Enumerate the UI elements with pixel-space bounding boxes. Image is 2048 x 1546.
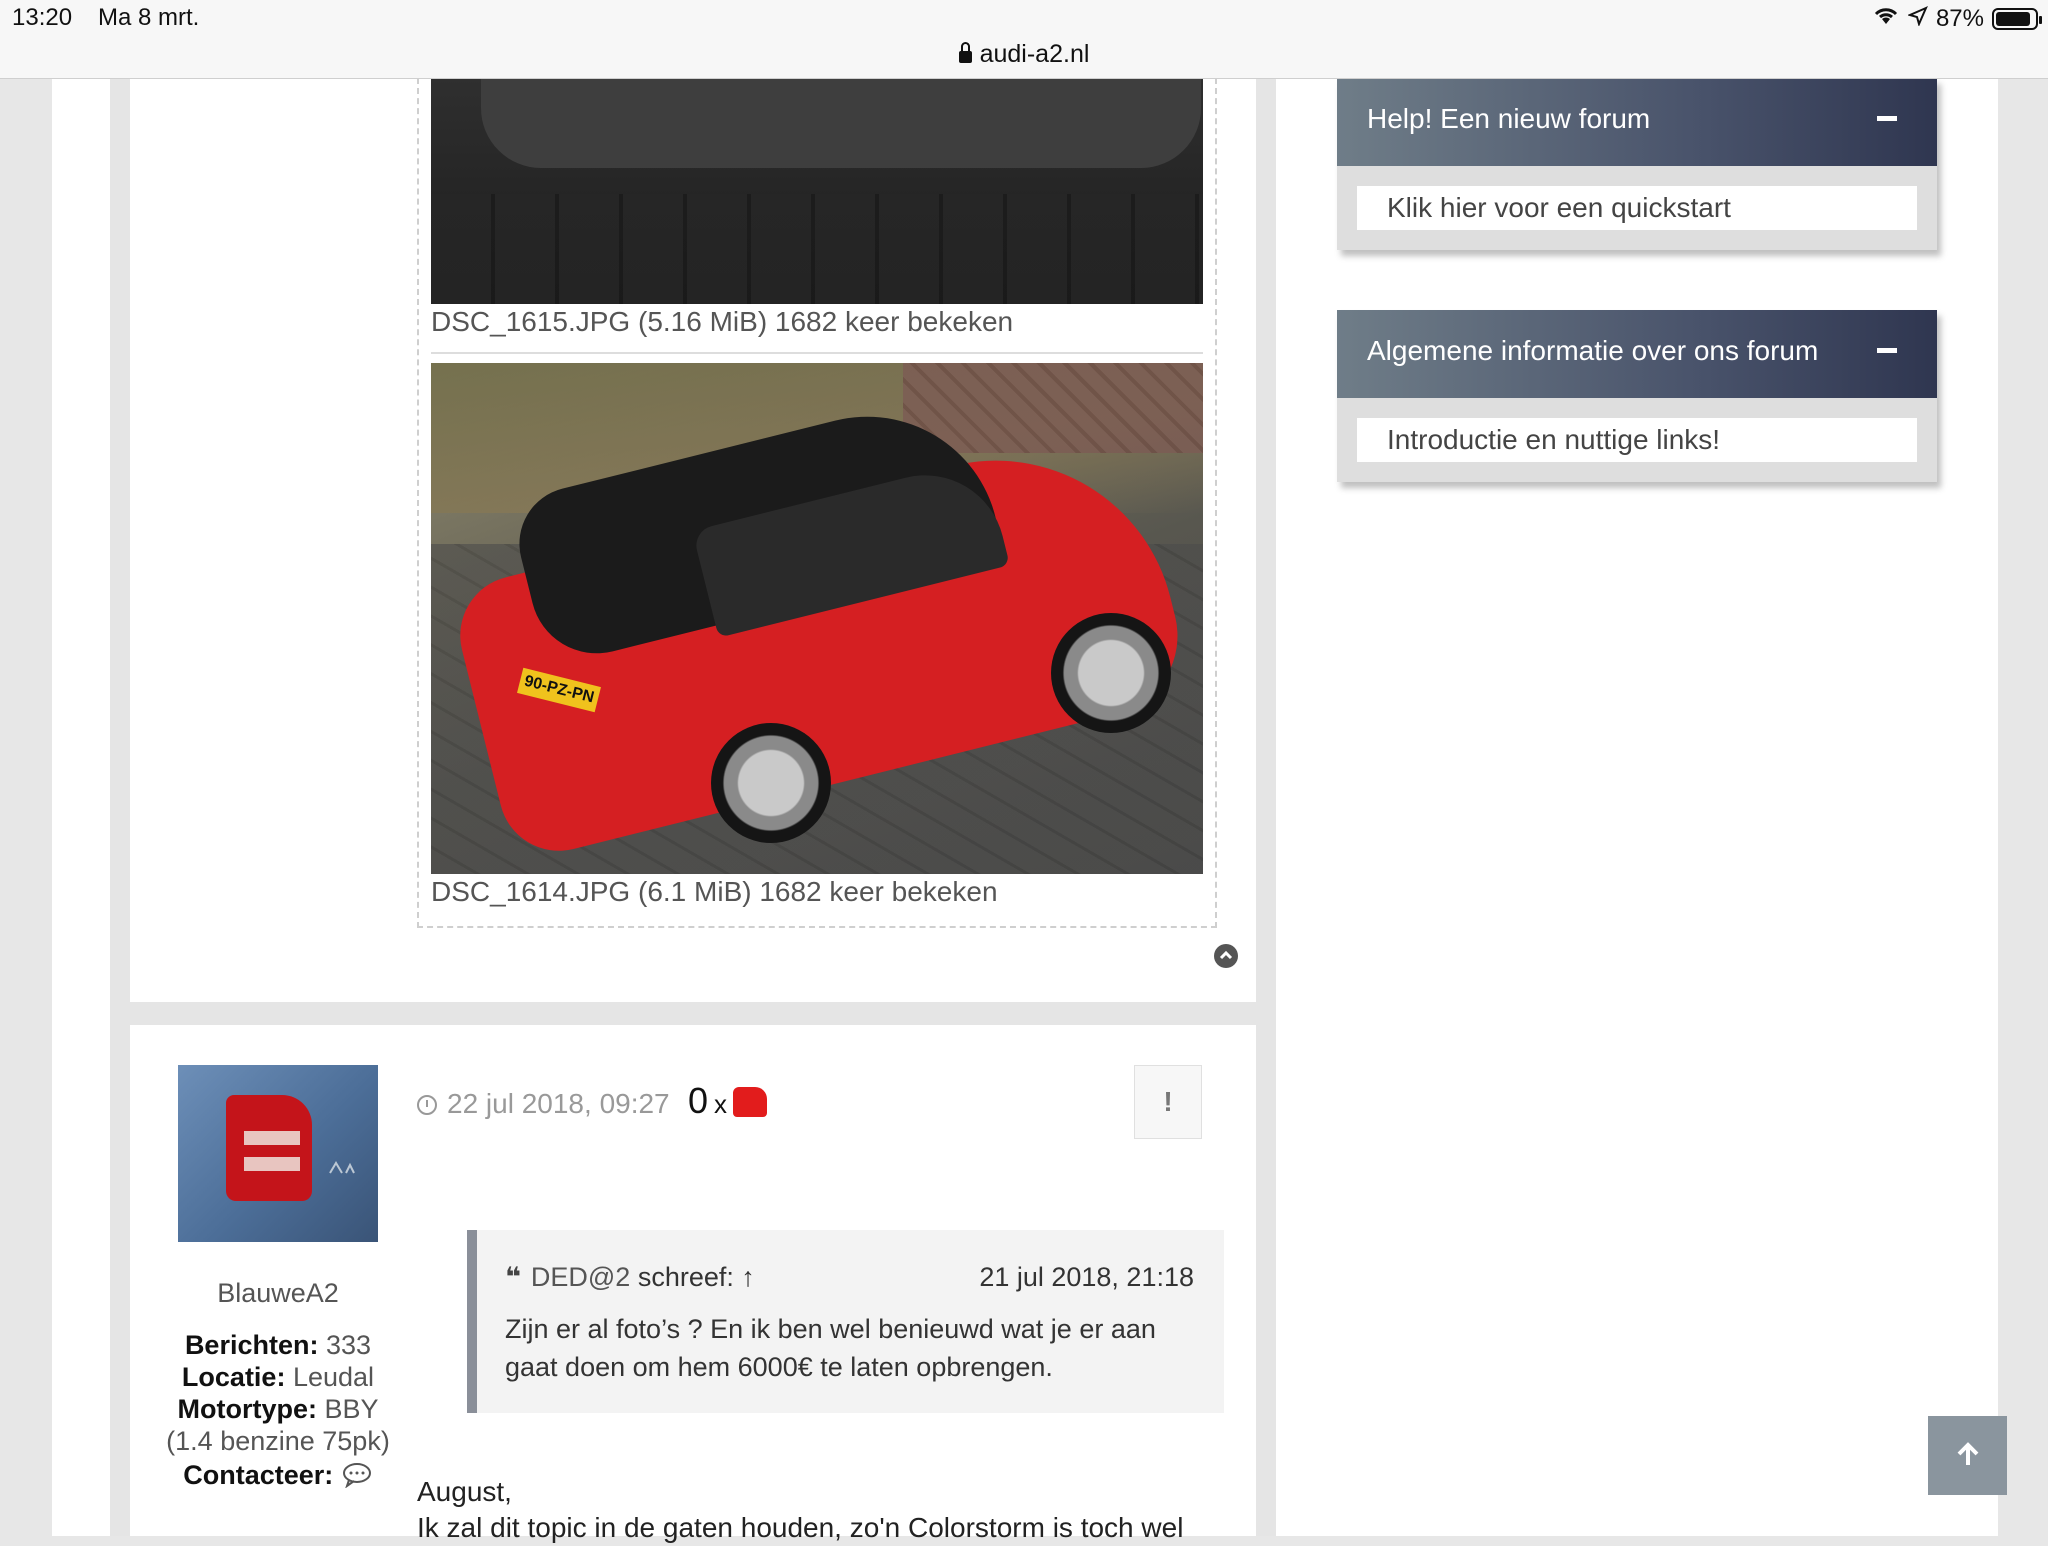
- quote-header: ❝ DED@2 schreef: ↑: [505, 1262, 755, 1292]
- battery-percentage: 87%: [1935, 4, 1984, 32]
- quote-author[interactable]: DED@2: [531, 1262, 630, 1292]
- status-date: Ma 8 mrt.: [98, 4, 200, 31]
- post-timestamp[interactable]: 22 jul 2018, 09:27: [417, 1088, 670, 1120]
- status-bar: 13:20 Ma 8 mrt. 87% audi-a2.nl: [0, 0, 2048, 79]
- panel-title: Help! Een nieuw forum: [1367, 103, 1651, 134]
- panel-header[interactable]: Algemene informatie over ons forum: [1337, 310, 1937, 398]
- collapse-icon[interactable]: [1877, 116, 1897, 121]
- attachment-image-2[interactable]: 90-PZ-PN: [431, 363, 1203, 874]
- attachment-caption-1[interactable]: DSC_1615.JPG (5.16 MiB) 1682 keer bekeke…: [431, 306, 1013, 338]
- sidebar-panel-help: Help! Een nieuw forum Klik hier voor een…: [1337, 78, 1937, 250]
- intro-links-link[interactable]: Introductie en nuttige links!: [1357, 418, 1917, 462]
- address-bar[interactable]: audi-a2.nl: [0, 40, 2048, 69]
- scroll-up-icon[interactable]: [1214, 944, 1238, 968]
- url-text: audi-a2.nl: [979, 40, 1090, 68]
- user-motortype: Motortype: BBY: [177, 1394, 379, 1424]
- user-contact: Contacteer:: [130, 1460, 426, 1491]
- post-text-line: Ik zal dit topic in de gaten houden, zo'…: [417, 1512, 1184, 1543]
- quote-text: Zijn er al foto’s ? En ik ben wel benieu…: [505, 1314, 1156, 1382]
- post-text-line: August,: [417, 1476, 512, 1507]
- avatar[interactable]: [178, 1065, 378, 1242]
- sidebar-panel-info: Algemene informatie over ons forum Intro…: [1337, 310, 1937, 482]
- quickstart-link[interactable]: Klik hier voor een quickstart: [1357, 186, 1917, 230]
- post-body: August, Ik zal dit topic in de gaten hou…: [417, 1474, 1217, 1546]
- lock-icon: [958, 42, 972, 63]
- clock-icon: [417, 1095, 437, 1115]
- back-to-top-button[interactable]: [1928, 1416, 2007, 1495]
- username[interactable]: BlauweA2: [130, 1278, 426, 1309]
- like-counter: 0x: [688, 1080, 768, 1122]
- quote-date: 21 jul 2018, 21:18: [979, 1262, 1194, 1292]
- user-motortype-detail: (1.4 benzine 75pk): [166, 1426, 390, 1456]
- status-indicators: 87%: [1872, 4, 2042, 33]
- location-icon: [1907, 5, 1928, 33]
- battery-icon: [1992, 7, 2042, 30]
- user-location: Locatie: Leudal: [181, 1362, 375, 1392]
- attachment-image-1[interactable]: [431, 78, 1203, 304]
- collapse-icon[interactable]: [1877, 348, 1897, 353]
- panel-title: Algemene informatie over ons forum: [1367, 335, 1819, 366]
- attachment-divider: [431, 352, 1203, 354]
- quote-icon: ❝: [505, 1262, 521, 1292]
- car-badge-icon: [328, 1161, 358, 1180]
- panel-header[interactable]: Help! Een nieuw forum: [1337, 78, 1937, 166]
- attachment-caption-2[interactable]: DSC_1614.JPG (6.1 MiB) 1682 keer bekeken: [431, 876, 998, 908]
- thumbs-up-icon[interactable]: [733, 1087, 768, 1117]
- jump-to-post-icon[interactable]: ↑: [741, 1262, 755, 1292]
- user-posts-count: Berichten: 333: [184, 1330, 372, 1360]
- report-button[interactable]: !: [1134, 1065, 1202, 1139]
- quote-block: ❝ DED@2 schreef: ↑ 21 jul 2018, 21:18 Zij…: [467, 1230, 1224, 1413]
- chat-bubble-icon[interactable]: [341, 1460, 373, 1490]
- wifi-icon: [1872, 4, 1900, 33]
- status-time: 13:20: [12, 4, 73, 31]
